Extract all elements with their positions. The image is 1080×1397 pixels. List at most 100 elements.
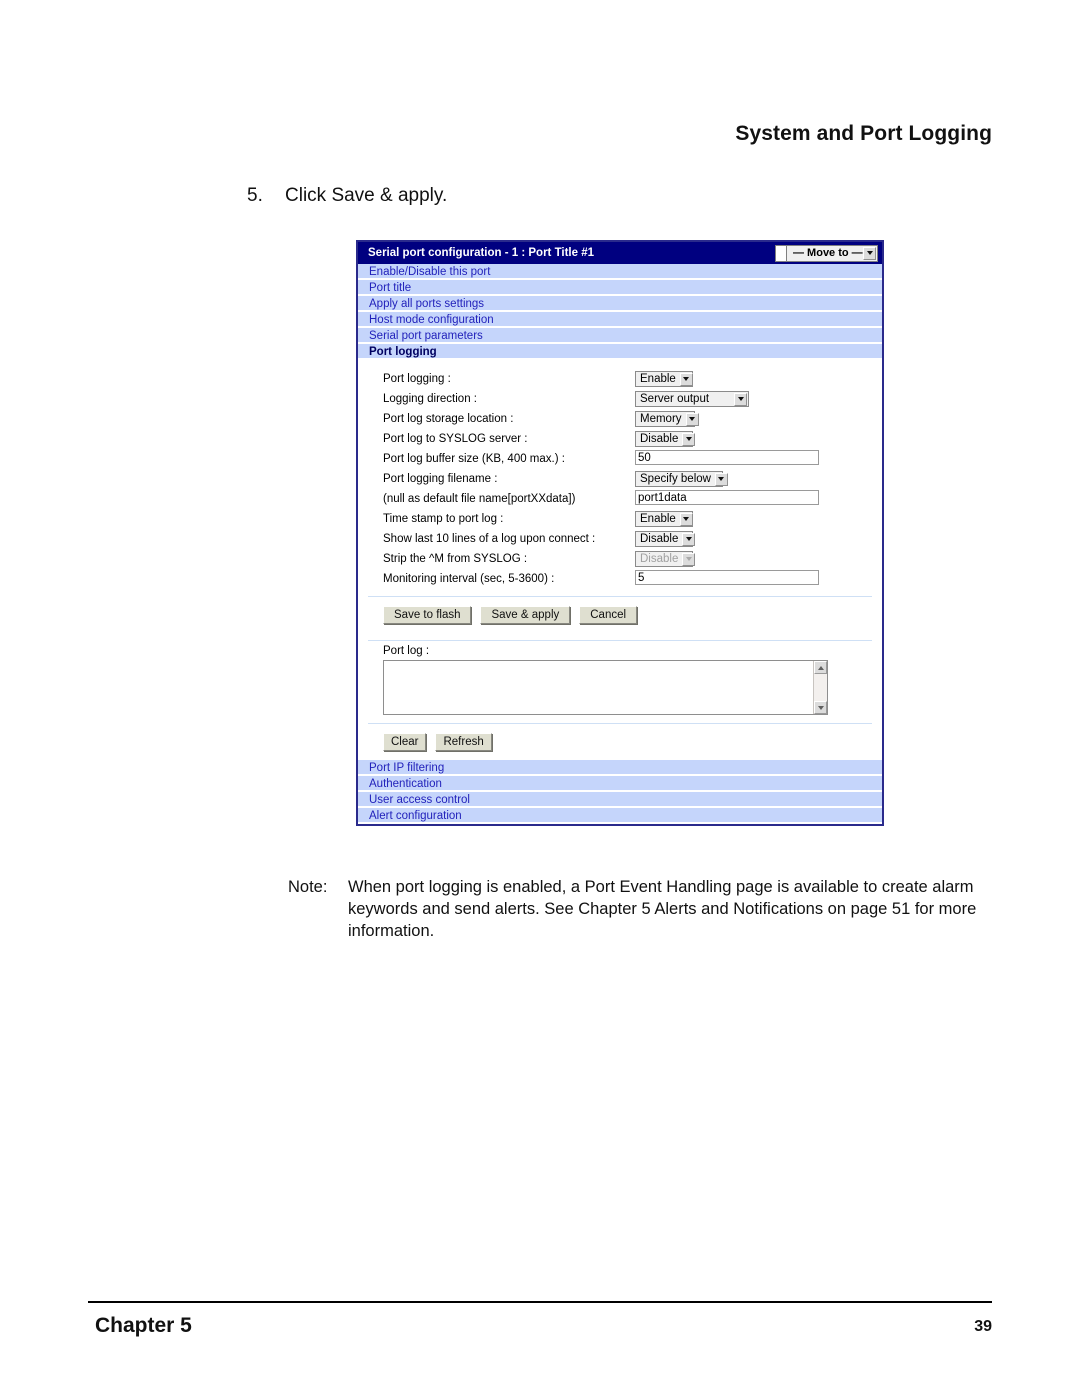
label-port-log-storage-location: Port log storage location : bbox=[383, 413, 514, 425]
chevron-down-icon[interactable] bbox=[682, 532, 696, 546]
field-row-port-log-buffer-size: Port log buffer size (KB, 400 max.) : 50 bbox=[358, 449, 882, 469]
label-logging-direction: Logging direction : bbox=[383, 393, 477, 405]
note-label: Note: bbox=[288, 878, 328, 896]
log-button-row: Clear Refresh bbox=[358, 724, 882, 760]
nav-item-port-ip-filtering[interactable]: Port IP filtering bbox=[358, 760, 882, 776]
chevron-down-icon[interactable] bbox=[714, 472, 728, 486]
select-port-log-to-syslog-server-value: Disable bbox=[640, 433, 679, 445]
select-port-log-storage-location-value: Memory bbox=[640, 413, 682, 425]
nav-item-authentication[interactable]: Authentication bbox=[358, 776, 882, 792]
chevron-down-icon[interactable] bbox=[863, 246, 876, 260]
nav-item-enable-disable-this-port[interactable]: Enable/Disable this port bbox=[358, 264, 882, 280]
save-and-apply-button[interactable]: Save & apply bbox=[480, 606, 571, 624]
control-port-log-buffer-size[interactable]: 50 bbox=[635, 450, 819, 468]
control-port-log-to-syslog-server[interactable]: Disable bbox=[635, 431, 696, 447]
control-show-last-10-lines[interactable]: Disable bbox=[635, 531, 696, 547]
port-log-textarea[interactable] bbox=[383, 660, 828, 715]
control-port-logging-filename[interactable]: Specify below bbox=[635, 471, 728, 487]
running-head: System and Port Logging bbox=[735, 122, 992, 145]
app-titlebar: Serial port configuration - 1 : Port Tit… bbox=[358, 242, 882, 264]
control-logging-direction[interactable]: Server output bbox=[635, 391, 749, 407]
input-monitoring-interval[interactable]: 5 bbox=[635, 570, 819, 585]
input-port-log-buffer-size[interactable]: 50 bbox=[635, 450, 819, 465]
select-port-logging[interactable]: Enable bbox=[635, 371, 693, 387]
label-strip-caret-m-from-syslog: Strip the ^M from SYSLOG : bbox=[383, 553, 528, 565]
field-row-port-logging: Port logging : Enable bbox=[358, 369, 882, 389]
save-to-flash-button[interactable]: Save to flash bbox=[383, 606, 472, 624]
nav-item-alert-configuration[interactable]: Alert configuration bbox=[358, 808, 882, 824]
move-to-select[interactable]: — Move to — bbox=[786, 244, 878, 262]
label-port-logging-filename: Port logging filename : bbox=[383, 473, 498, 485]
select-show-last-10-lines[interactable]: Disable bbox=[635, 531, 696, 547]
input-port-logging-filename[interactable]: port1data bbox=[635, 490, 819, 505]
nav-item-user-access-control[interactable]: User access control bbox=[358, 792, 882, 808]
note-text: When port logging is enabled, a Port Eve… bbox=[348, 878, 977, 940]
port-log-content[interactable] bbox=[384, 661, 813, 714]
footer-chapter: Chapter 5 bbox=[95, 1314, 192, 1337]
footer-rule bbox=[88, 1301, 992, 1303]
field-row-port-logging-filename: Port logging filename : Specify below bbox=[358, 469, 882, 489]
field-row-time-stamp-to-port-log: Time stamp to port log : Enable bbox=[358, 509, 882, 529]
section-nav-bottom: Port IP filtering Authentication User ac… bbox=[358, 760, 882, 824]
control-port-log-storage-location[interactable]: Memory bbox=[635, 411, 699, 427]
chevron-down-icon[interactable] bbox=[682, 432, 696, 446]
label-port-log: Port log : bbox=[383, 645, 430, 657]
nav-item-port-title[interactable]: Port title bbox=[358, 280, 882, 296]
triangle-up-icon[interactable] bbox=[814, 661, 827, 674]
move-to-value: — Move to — bbox=[793, 247, 863, 259]
select-port-log-to-syslog-server[interactable]: Disable bbox=[635, 431, 696, 447]
form-button-row: Save to flash Save & apply Cancel bbox=[358, 597, 882, 633]
port-log-scrollbar[interactable] bbox=[813, 661, 827, 714]
chevron-down-icon[interactable] bbox=[679, 372, 693, 386]
field-row-strip-caret-m-from-syslog: Strip the ^M from SYSLOG : Disable bbox=[358, 549, 882, 569]
nav-item-host-mode-configuration[interactable]: Host mode configuration bbox=[358, 312, 882, 328]
chevron-down-icon[interactable] bbox=[679, 512, 693, 526]
select-time-stamp-to-port-log[interactable]: Enable bbox=[635, 511, 693, 527]
move-to-spacer bbox=[775, 244, 786, 262]
field-row-port-log-storage-location: Port log storage location : Memory bbox=[358, 409, 882, 429]
port-logging-form: Port logging : Enable Logging direction … bbox=[358, 360, 882, 760]
select-port-logging-value: Enable bbox=[640, 373, 676, 385]
select-show-last-10-lines-value: Disable bbox=[640, 533, 679, 545]
clear-button[interactable]: Clear bbox=[383, 733, 427, 751]
control-default-file-name[interactable]: port1data bbox=[635, 490, 819, 508]
label-monitoring-interval: Monitoring interval (sec, 5-3600) : bbox=[383, 573, 555, 585]
select-strip-caret-m-from-syslog-value: Disable bbox=[640, 553, 679, 565]
control-monitoring-interval[interactable]: 5 bbox=[635, 570, 819, 588]
port-log-wrap bbox=[358, 660, 882, 715]
step-number: 5. bbox=[247, 185, 263, 206]
control-time-stamp-to-port-log[interactable]: Enable bbox=[635, 511, 693, 527]
serial-port-configuration-screenshot: Serial port configuration - 1 : Port Tit… bbox=[356, 240, 884, 826]
chevron-down-icon[interactable] bbox=[685, 412, 699, 426]
chevron-down-icon[interactable] bbox=[734, 392, 747, 406]
select-logging-direction-value: Server output bbox=[640, 393, 710, 405]
select-logging-direction[interactable]: Server output bbox=[635, 391, 749, 407]
label-port-logging: Port logging : bbox=[383, 373, 451, 385]
label-default-file-name: (null as default file name[portXXdata]) bbox=[383, 493, 576, 505]
triangle-down-icon[interactable] bbox=[814, 701, 827, 714]
control-port-logging[interactable]: Enable bbox=[635, 371, 693, 387]
label-time-stamp-to-port-log: Time stamp to port log : bbox=[383, 513, 504, 525]
field-row-port-log-to-syslog-server: Port log to SYSLOG server : Disable bbox=[358, 429, 882, 449]
nav-item-serial-port-parameters[interactable]: Serial port parameters bbox=[358, 328, 882, 344]
label-show-last-10-lines: Show last 10 lines of a log upon connect… bbox=[383, 533, 596, 545]
label-port-log-buffer-size: Port log buffer size (KB, 400 max.) : bbox=[383, 453, 565, 465]
footer-page-number: 39 bbox=[974, 1318, 992, 1335]
select-port-log-storage-location[interactable]: Memory bbox=[635, 411, 699, 427]
nav-item-apply-all-ports-settings[interactable]: Apply all ports settings bbox=[358, 296, 882, 312]
chevron-down-icon bbox=[682, 552, 696, 566]
refresh-button[interactable]: Refresh bbox=[435, 733, 492, 751]
control-strip-caret-m-from-syslog: Disable bbox=[635, 551, 696, 567]
select-port-logging-filename[interactable]: Specify below bbox=[635, 471, 728, 487]
select-time-stamp-to-port-log-value: Enable bbox=[640, 513, 676, 525]
app-title: Serial port configuration - 1 : Port Tit… bbox=[368, 247, 594, 259]
select-port-logging-filename-value: Specify below bbox=[640, 473, 711, 485]
field-row-logging-direction: Logging direction : Server output bbox=[358, 389, 882, 409]
note-block: Note: When port logging is enabled, a Po… bbox=[288, 876, 988, 942]
nav-item-port-logging[interactable]: Port logging bbox=[358, 344, 882, 360]
move-to-control[interactable]: — Move to — bbox=[775, 244, 878, 262]
cancel-button[interactable]: Cancel bbox=[579, 606, 638, 624]
step-instruction: 5. Click Save & apply. bbox=[247, 185, 447, 207]
select-strip-caret-m-from-syslog: Disable bbox=[635, 551, 696, 567]
step-text: Click Save & apply. bbox=[285, 185, 448, 206]
